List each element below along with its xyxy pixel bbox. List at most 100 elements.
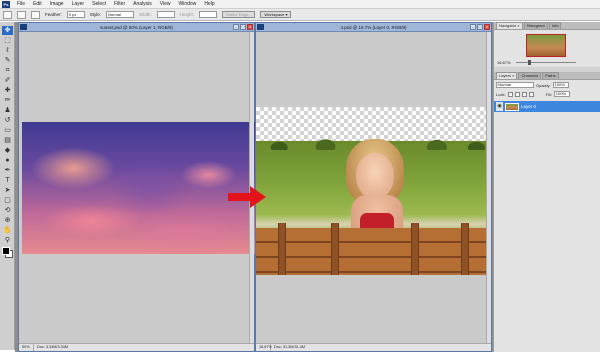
- menu-help[interactable]: Help: [201, 0, 217, 9]
- blur-tool-icon: ◆: [4, 147, 11, 154]
- layer-thumbnail: [505, 102, 519, 111]
- lock-pixels-icon[interactable]: [514, 91, 520, 97]
- healing-tool[interactable]: ✚: [2, 86, 13, 95]
- lock-all-icon[interactable]: [528, 91, 534, 97]
- brush-tool[interactable]: ✏: [2, 96, 13, 105]
- gradient-tool[interactable]: ▤: [2, 136, 13, 145]
- lasso-tool[interactable]: ℓ: [2, 46, 13, 55]
- document-window-sunset[interactable]: sunset.psd @ 50% (Layer 1, RGB/8) – □ × …: [18, 22, 255, 352]
- tab-navigator[interactable]: Navigator ×: [496, 22, 523, 29]
- tab-histogram[interactable]: Histogram: [523, 22, 548, 29]
- tab-paths[interactable]: Paths: [542, 72, 559, 79]
- lock-transparency-icon[interactable]: [507, 91, 513, 97]
- new-selection-icon[interactable]: [17, 10, 26, 19]
- close-icon[interactable]: ×: [247, 24, 253, 30]
- crop-tool-icon: ⌗: [5, 67, 10, 74]
- document-title-bar[interactable]: 4.psd @ 16.7% (Layer 0, RGB/8) – □ ×: [256, 23, 491, 32]
- status-bar: 16.67% Doc: 31.3M/31.4M: [256, 343, 491, 351]
- toolbox: ✥ ⬚ ℓ ✎ ⌗ ✐ ✚ ✏ ♟ ↺ ▭ ▤ ◆ ● ✒ T ➤ ▢ ⟲ ⊕ ✋ ⚲: [0, 22, 15, 350]
- menu-analysis[interactable]: Analysis: [130, 0, 155, 9]
- crop-tool[interactable]: ⌗: [2, 66, 13, 75]
- maximize-icon[interactable]: □: [240, 24, 246, 30]
- visibility-eye-icon[interactable]: ◉: [496, 102, 503, 111]
- zoom-tool-icon: ⚲: [4, 237, 11, 244]
- vertical-scrollbar[interactable]: [486, 32, 491, 343]
- 3d-rotate-tool[interactable]: ⟲: [2, 206, 13, 215]
- document-window-girl[interactable]: 4.psd @ 16.7% (Layer 0, RGB/8) – □ × 16.…: [255, 22, 492, 352]
- foreground-color-swatch[interactable]: [2, 247, 10, 255]
- refine-edge-button[interactable]: Refine Edge...: [222, 11, 256, 18]
- eyedropper-tool[interactable]: ✐: [2, 76, 13, 85]
- brush-tool-icon: ✏: [4, 97, 11, 104]
- zoom-level[interactable]: 50%: [22, 344, 34, 351]
- doc-size: Doc: 3.34M/3.34M: [37, 345, 69, 349]
- zoom-tool[interactable]: ⚲: [2, 236, 13, 245]
- hand-tool[interactable]: ✋: [2, 226, 13, 235]
- history-brush-tool-icon: ↺: [4, 117, 11, 124]
- menu-file[interactable]: File: [14, 0, 28, 9]
- move-tool[interactable]: ✥: [2, 26, 13, 35]
- opacity-input[interactable]: 100%: [552, 82, 569, 88]
- layer-name[interactable]: Layer 0: [521, 104, 536, 109]
- tab-channels[interactable]: Channels: [518, 72, 542, 79]
- bench-post: [461, 223, 469, 275]
- menu-view[interactable]: View: [157, 0, 174, 9]
- close-icon[interactable]: ×: [484, 24, 490, 30]
- style-label: Style:: [89, 12, 102, 17]
- layer-row[interactable]: ◉ Layer 0: [494, 101, 600, 112]
- tab-info[interactable]: Info: [548, 22, 562, 29]
- pen-tool-icon: ✒: [4, 167, 11, 174]
- tab-layers[interactable]: Layers ×: [496, 72, 518, 79]
- menu-image[interactable]: Image: [47, 0, 67, 9]
- dodge-tool[interactable]: ●: [2, 156, 13, 165]
- history-brush-tool[interactable]: ↺: [2, 116, 13, 125]
- 3d-rotate-tool-icon: ⟲: [4, 207, 11, 214]
- zoom-slider-handle[interactable]: [528, 60, 531, 65]
- pen-tool[interactable]: ✒: [2, 166, 13, 175]
- feather-input[interactable]: 0 px: [66, 11, 85, 18]
- menu-bar: Ps File Edit Image Layer Select Filter A…: [0, 0, 600, 9]
- width-input[interactable]: [156, 11, 175, 18]
- photoshop-logo-icon: Ps: [2, 0, 10, 8]
- path-select-tool[interactable]: ➤: [2, 186, 13, 195]
- status-bar: 50% Doc: 3.34M/3.34M: [19, 343, 254, 351]
- blur-tool[interactable]: ◆: [2, 146, 13, 155]
- minimize-icon[interactable]: –: [470, 24, 476, 30]
- lock-position-icon[interactable]: [521, 91, 527, 97]
- menu-window[interactable]: Window: [176, 0, 200, 9]
- fill-label: Fill:: [545, 91, 552, 97]
- blend-mode-select[interactable]: Normal: [496, 82, 534, 88]
- type-tool[interactable]: T: [2, 176, 13, 185]
- menu-select[interactable]: Select: [89, 0, 109, 9]
- marquee-tool[interactable]: ⬚: [2, 36, 13, 45]
- add-selection-icon[interactable]: [31, 10, 40, 19]
- document-title-bar[interactable]: sunset.psd @ 50% (Layer 1, RGB/8) – □ ×: [19, 23, 254, 32]
- layers-panel-tabs: Layers × Channels Paths: [494, 72, 600, 80]
- tool-preset-picker[interactable]: [3, 10, 12, 19]
- quick-select-tool[interactable]: ✎: [2, 56, 13, 65]
- 3d-orbit-tool[interactable]: ⊕: [2, 216, 13, 225]
- workspace-area: sunset.psd @ 50% (Layer 1, RGB/8) – □ × …: [15, 22, 493, 352]
- layers-panel: Normal Opacity: 100% Lock: Fill: 100% ◉ …: [494, 80, 600, 352]
- menu-layer[interactable]: Layer: [69, 0, 88, 9]
- height-label: Height:: [179, 12, 195, 17]
- maximize-icon[interactable]: □: [477, 24, 483, 30]
- minimize-icon[interactable]: –: [233, 24, 239, 30]
- navigator-zoom-slider[interactable]: [516, 62, 576, 63]
- type-tool-icon: T: [5, 177, 10, 184]
- navigator-zoom[interactable]: 16.67%: [497, 60, 511, 65]
- style-select[interactable]: Normal: [106, 11, 135, 18]
- fill-input[interactable]: 100%: [553, 91, 570, 97]
- menu-edit[interactable]: Edit: [30, 0, 45, 9]
- menu-filter[interactable]: Filter: [111, 0, 128, 9]
- gradient-tool-icon: ▤: [4, 137, 11, 144]
- zoom-level[interactable]: 16.67%: [259, 344, 272, 351]
- clone-stamp-tool[interactable]: ♟: [2, 106, 13, 115]
- shape-tool[interactable]: ▢: [2, 196, 13, 205]
- navigator-thumbnail[interactable]: [526, 34, 566, 57]
- height-input[interactable]: [199, 11, 218, 18]
- eraser-tool[interactable]: ▭: [2, 126, 13, 135]
- hand-tool-icon: ✋: [3, 227, 12, 234]
- workspace-button[interactable]: Workspace ▾: [260, 11, 292, 18]
- girl-face: [356, 153, 394, 199]
